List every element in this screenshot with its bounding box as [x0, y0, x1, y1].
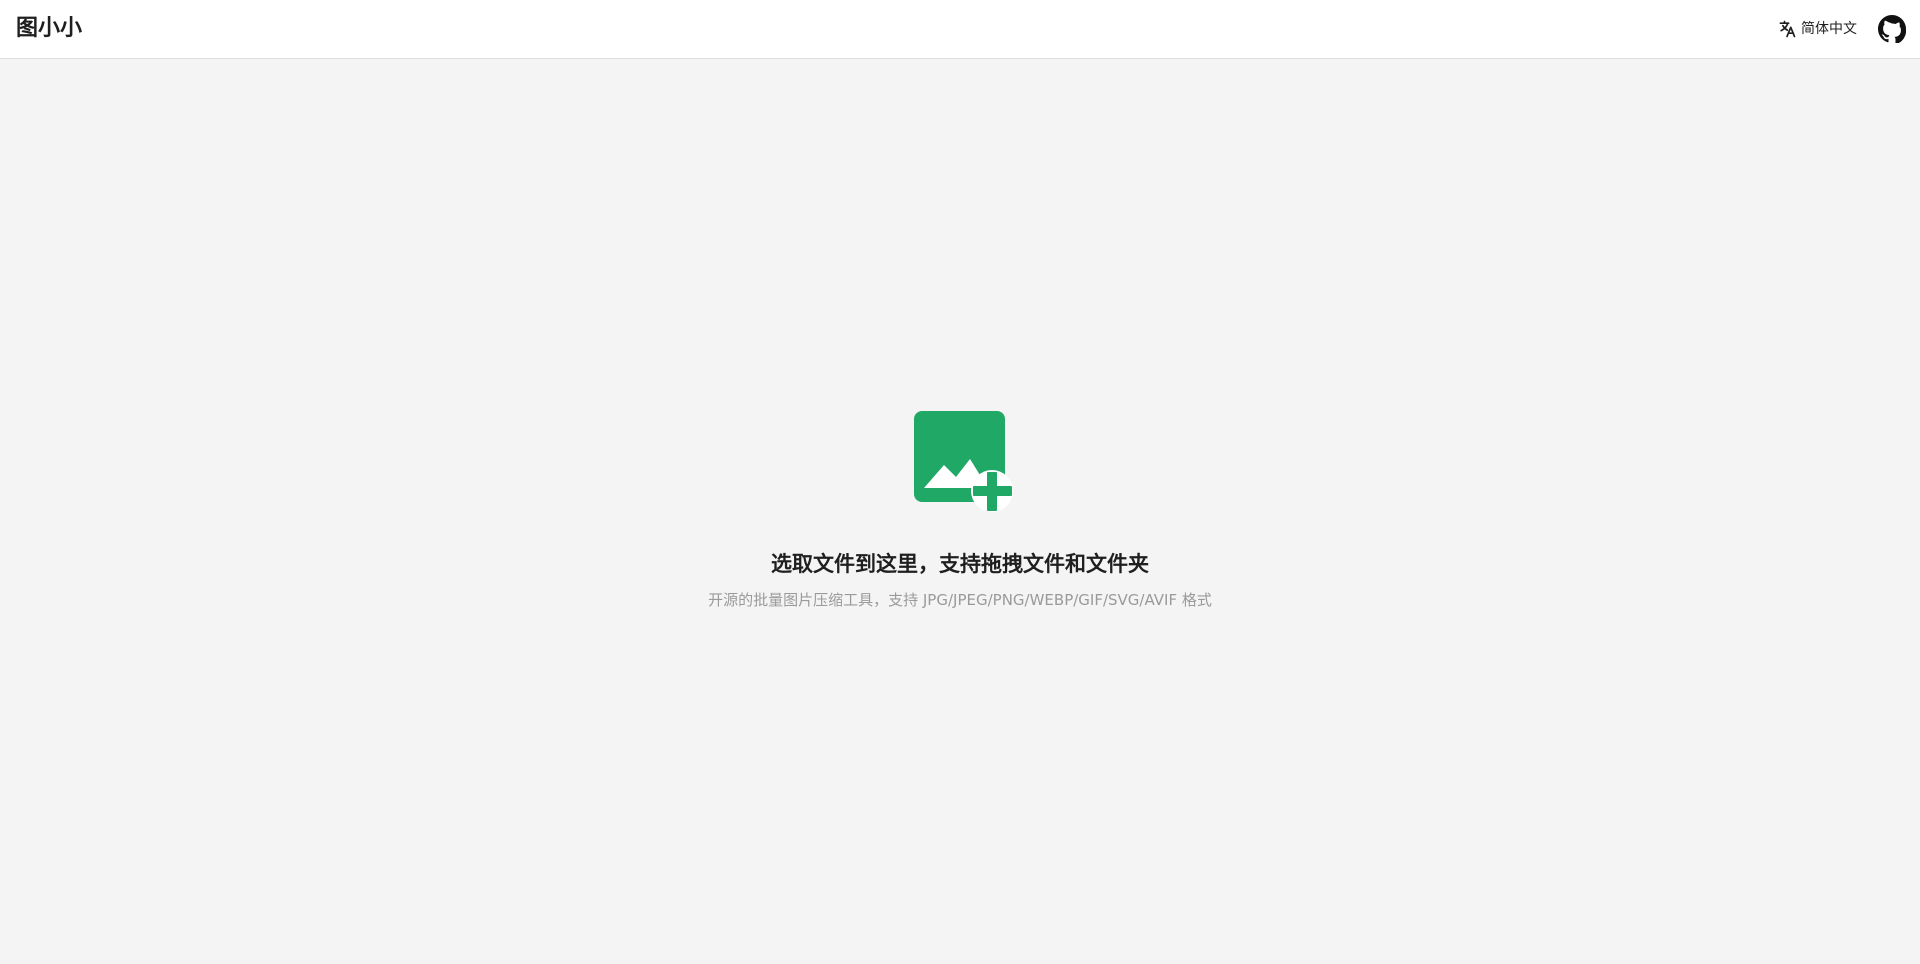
add-image-icon[interactable]	[914, 411, 1016, 513]
translate-icon	[1777, 19, 1797, 39]
upload-title: 选取文件到这里，支持拖拽文件和文件夹	[771, 552, 1149, 576]
app-logo[interactable]: 图小小	[16, 15, 82, 43]
file-drop-zone[interactable]: 选取文件到这里，支持拖拽文件和文件夹 开源的批量图片压缩工具，支持 JPG/JP…	[660, 411, 1260, 681]
language-label: 简体中文	[1801, 21, 1857, 37]
upload-subtitle: 开源的批量图片压缩工具，支持 JPG/JPEG/PNG/WEBP/GIF/SVG…	[708, 591, 1212, 609]
top-header: 图小小 简体中文	[0, 0, 1920, 59]
language-switcher[interactable]: 简体中文	[1777, 17, 1857, 41]
github-icon	[1878, 15, 1907, 47]
main-content: 选取文件到这里，支持拖拽文件和文件夹 开源的批量图片压缩工具，支持 JPG/JP…	[0, 59, 1920, 964]
github-link[interactable]	[1878, 15, 1907, 45]
